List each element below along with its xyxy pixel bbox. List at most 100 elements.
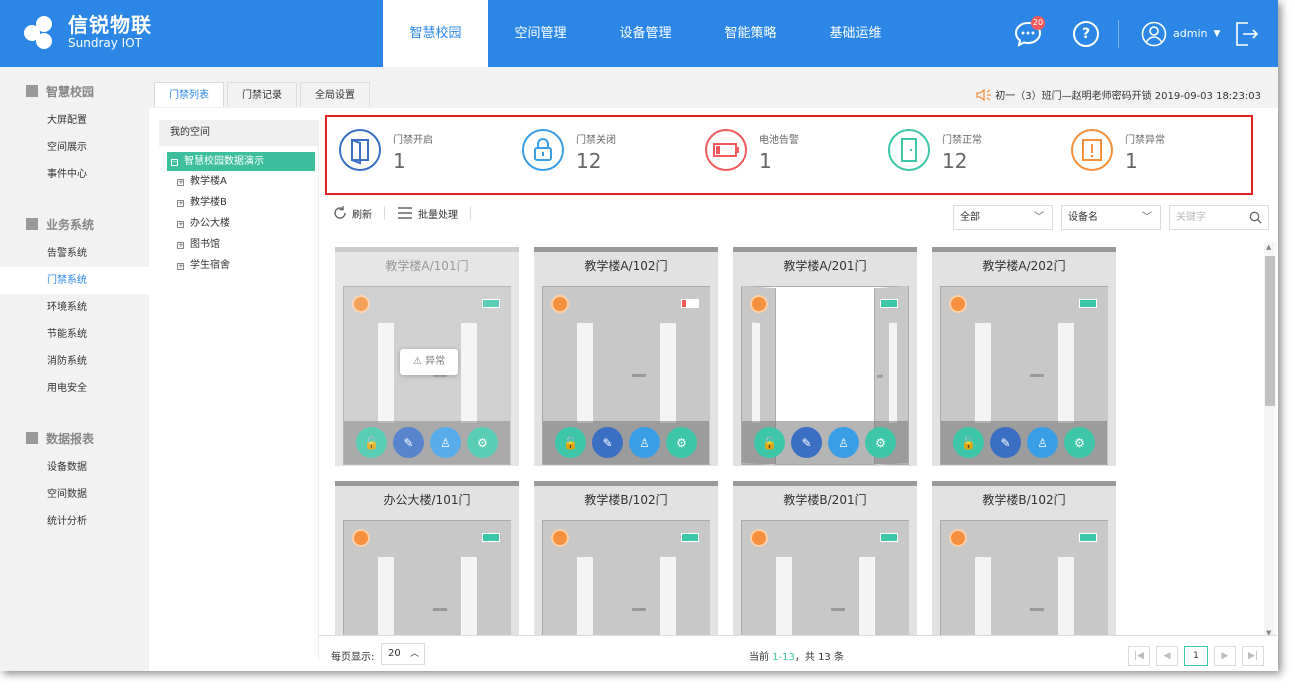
- chevron-down-icon: ﹀: [1034, 212, 1044, 223]
- search-icon[interactable]: [1249, 211, 1262, 224]
- sidebar-item-space-display[interactable]: 空间展示: [0, 134, 149, 161]
- vertical-scrollbar[interactable]: ▲ ▼: [1264, 242, 1276, 638]
- door-name: 教学楼B/102门: [982, 493, 1066, 507]
- tree-node[interactable]: + 办公大楼: [159, 213, 318, 234]
- tab-door-list[interactable]: 门禁列表: [154, 82, 224, 107]
- clock-icon: [551, 295, 569, 313]
- clock-icon: [949, 529, 967, 547]
- sidebar-group-business: 业务系统 告警系统 门禁系统 环境系统 节能系统 消防系统 用电安全: [0, 210, 149, 402]
- tab-global-settings[interactable]: 全局设置: [300, 82, 370, 107]
- sidebar-item-fire[interactable]: 消防系统: [0, 348, 149, 375]
- sidebar-item-device-data[interactable]: 设备数据: [0, 454, 149, 481]
- battery-icon: [482, 533, 500, 542]
- unlock-icon[interactable]: 🔓: [555, 427, 586, 458]
- unlock-icon[interactable]: 🔓: [356, 427, 387, 458]
- stat-door-open[interactable]: 门禁开启 1: [331, 127, 511, 183]
- tree-root[interactable]: − 智慧校园数据演示: [167, 152, 315, 171]
- sidebar-item-alarm[interactable]: 告警系统: [0, 240, 149, 267]
- nav-basic-ops[interactable]: 基础运维: [803, 0, 908, 67]
- stat-door-closed[interactable]: 门禁关闭 12: [514, 127, 694, 183]
- record-icon[interactable]: ✎: [393, 427, 424, 458]
- record-icon[interactable]: ✎: [990, 427, 1021, 458]
- battery-icon: [880, 533, 898, 542]
- field-filter-select[interactable]: 设备名 ﹀: [1061, 205, 1161, 230]
- sidebar-item-access-control[interactable]: 门禁系统: [0, 267, 149, 294]
- scrollbar-thumb[interactable]: [1265, 256, 1275, 406]
- tree-node[interactable]: + 教学楼B: [159, 192, 318, 213]
- door-card[interactable]: 教学楼A/201门 🔓 ✎ ♙ ⚙: [733, 247, 917, 466]
- sidebar-item-environment[interactable]: 环境系统: [0, 294, 149, 321]
- record-icon[interactable]: ✎: [791, 427, 822, 458]
- expand-icon: +: [177, 199, 184, 207]
- main-nav: 智慧校园 空间管理 设备管理 智能策略 基础运维: [383, 0, 908, 67]
- tab-door-records[interactable]: 门禁记录: [227, 82, 297, 107]
- app-window: 信锐物联 Sundray IOT 智慧校园 空间管理 设备管理 智能策略 基础运…: [0, 0, 1278, 671]
- stat-battery-alarm[interactable]: 电池告警 1: [697, 127, 877, 183]
- next-page-button[interactable]: ▶: [1214, 646, 1236, 666]
- message-button[interactable]: [1014, 0, 1042, 67]
- door-illustration: 🔓 ✎ ♙ ⚙: [940, 286, 1108, 465]
- user-icon[interactable]: ♙: [828, 427, 859, 458]
- system-icon: [26, 218, 38, 230]
- door-name: 教学楼A/102门: [584, 259, 668, 273]
- door-open-icon: [339, 129, 381, 171]
- expand-icon: +: [177, 241, 184, 249]
- door-card[interactable]: 教学楼B/102门: [932, 481, 1116, 635]
- first-page-button[interactable]: |◀: [1128, 646, 1150, 666]
- door-card[interactable]: 办公大楼/101门: [335, 481, 519, 635]
- prev-page-button[interactable]: ◀: [1156, 646, 1178, 666]
- refresh-button[interactable]: 刷新: [332, 205, 372, 221]
- door-card[interactable]: 教学楼A/101门 ⚠ 异常 🔓 ✎ ♙ ⚙: [335, 247, 519, 466]
- battery-icon: [1079, 299, 1097, 308]
- sidebar-item-event-center[interactable]: 事件中心: [0, 161, 149, 188]
- notice-text: 初一（3）班门—赵明老师密码开锁 2019-09-03 18:23:03: [995, 91, 1261, 102]
- clock-icon: [352, 529, 370, 547]
- settings-icon[interactable]: ⚙: [666, 427, 697, 458]
- tree-node[interactable]: + 图书馆: [159, 234, 318, 255]
- stat-door-abnormal[interactable]: 门禁异常 1: [1063, 127, 1243, 183]
- unlock-icon[interactable]: 🔓: [953, 427, 984, 458]
- sidebar-item-space-data[interactable]: 空间数据: [0, 481, 149, 508]
- settings-icon[interactable]: ⚙: [865, 427, 896, 458]
- sidebar-group-title: 数据报表: [46, 432, 95, 446]
- sidebar-item-big-screen[interactable]: 大屏配置: [0, 107, 149, 134]
- stat-door-normal[interactable]: 门禁正常 12: [880, 127, 1060, 183]
- user-menu[interactable]: admin ▼: [1141, 0, 1220, 67]
- sidebar-item-electric-safety[interactable]: 用电安全: [0, 375, 149, 402]
- batch-button[interactable]: 批量处理: [397, 206, 458, 221]
- nav-smart-policy[interactable]: 智能策略: [698, 0, 803, 67]
- tree-node[interactable]: + 学生宿舍: [159, 255, 318, 276]
- user-icon[interactable]: ♙: [629, 427, 660, 458]
- record-icon[interactable]: ✎: [592, 427, 623, 458]
- last-page-button[interactable]: ▶|: [1242, 646, 1264, 666]
- door-card[interactable]: 教学楼B/102门: [534, 481, 718, 635]
- door-card[interactable]: 教学楼B/201门: [733, 481, 917, 635]
- door-name: 办公大楼/101门: [383, 493, 471, 507]
- door-illustration: 🔓 ✎ ♙ ⚙: [542, 286, 710, 465]
- logout-button[interactable]: [1235, 0, 1259, 67]
- search-input[interactable]: 关键字: [1169, 205, 1269, 230]
- door-card[interactable]: 教学楼A/202门 🔓 ✎ ♙ ⚙: [932, 247, 1116, 466]
- door-card[interactable]: 教学楼A/102门 🔓 ✎ ♙ ⚙: [534, 247, 718, 466]
- status-filter-select[interactable]: 全部 ﹀: [953, 205, 1053, 230]
- tree-node[interactable]: + 教学楼A: [159, 171, 318, 192]
- door-name: 教学楼A/202门: [982, 259, 1066, 273]
- current-page-button[interactable]: 1: [1184, 646, 1208, 666]
- scroll-up-icon[interactable]: ▲: [1266, 243, 1271, 251]
- user-icon[interactable]: ♙: [1027, 427, 1058, 458]
- settings-icon[interactable]: ⚙: [1064, 427, 1095, 458]
- user-icon[interactable]: ♙: [430, 427, 461, 458]
- help-icon[interactable]: ?: [1073, 20, 1099, 47]
- settings-icon[interactable]: ⚙: [467, 427, 498, 458]
- page-size-select[interactable]: 20 ︿: [381, 643, 425, 665]
- unlock-icon[interactable]: 🔓: [754, 427, 785, 458]
- logo-icon: [22, 12, 62, 52]
- sidebar-item-energy[interactable]: 节能系统: [0, 321, 149, 348]
- sidebar-item-statistics[interactable]: 统计分析: [0, 508, 149, 535]
- brand-logo[interactable]: 信锐物联 Sundray IOT: [22, 12, 152, 52]
- door-illustration: 🔓 ✎ ♙ ⚙: [741, 285, 909, 466]
- nav-device-management[interactable]: 设备管理: [593, 0, 698, 67]
- nav-space-management[interactable]: 空间管理: [488, 0, 593, 67]
- nav-smart-campus[interactable]: 智慧校园: [383, 0, 488, 67]
- door-illustration: [343, 520, 511, 635]
